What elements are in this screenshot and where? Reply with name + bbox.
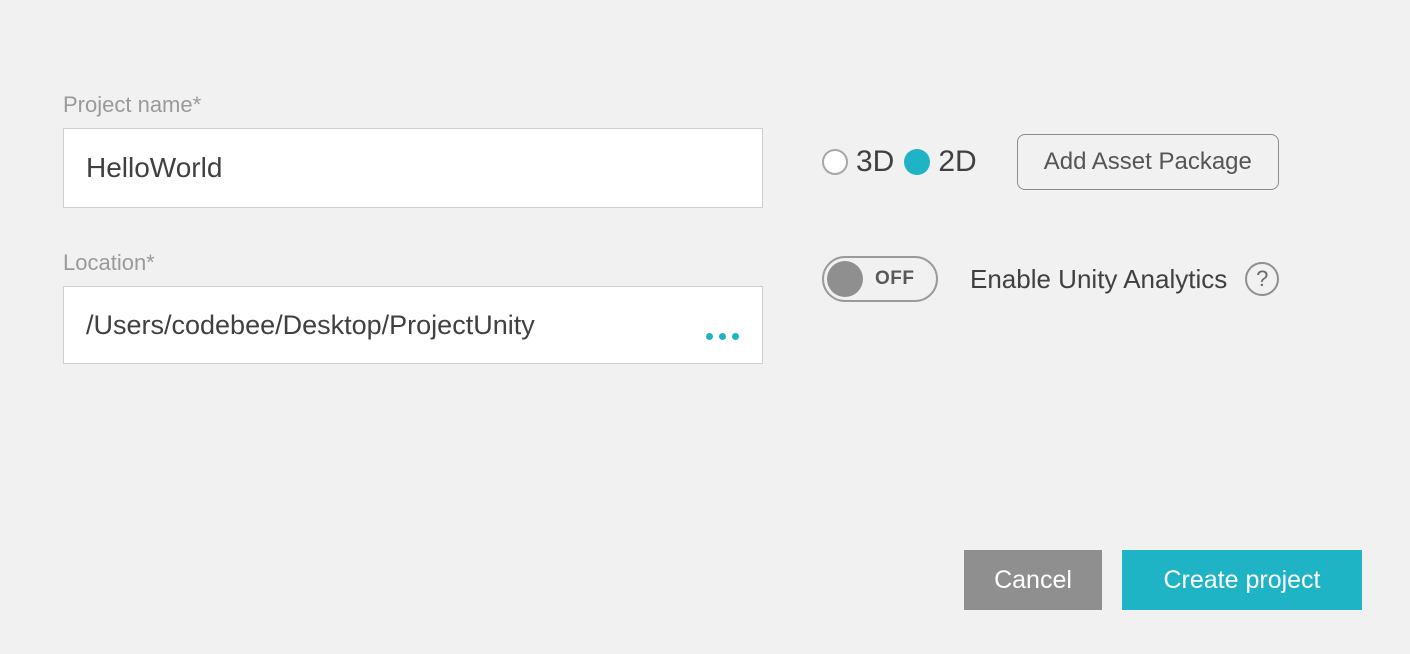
footer-buttons: Cancel Create project xyxy=(964,550,1362,610)
analytics-toggle[interactable]: OFF xyxy=(822,256,938,302)
create-project-button[interactable]: Create project xyxy=(1122,550,1362,610)
toggle-knob-icon xyxy=(827,261,863,297)
project-name-input[interactable] xyxy=(63,128,763,208)
location-input[interactable] xyxy=(63,286,763,364)
analytics-label: Enable Unity Analytics xyxy=(970,264,1227,295)
radio-2d[interactable] xyxy=(904,149,930,175)
radio-3d[interactable] xyxy=(822,149,848,175)
radio-3d-label: 3D xyxy=(856,145,894,179)
location-label: Location* xyxy=(63,250,763,276)
project-name-label: Project name* xyxy=(63,92,763,118)
analytics-row: OFF Enable Unity Analytics ? xyxy=(822,256,1279,302)
add-asset-package-button[interactable]: Add Asset Package xyxy=(1017,134,1279,190)
mode-row: 3D 2D Add Asset Package xyxy=(822,134,1279,190)
toggle-state-text: OFF xyxy=(875,268,915,290)
location-browse-icon[interactable] xyxy=(706,333,739,340)
help-icon[interactable]: ? xyxy=(1245,262,1279,296)
cancel-button[interactable]: Cancel xyxy=(964,550,1102,610)
radio-2d-label: 2D xyxy=(938,145,976,179)
location-field: Location* xyxy=(63,250,763,364)
form-area: Project name* Location* xyxy=(63,92,763,364)
